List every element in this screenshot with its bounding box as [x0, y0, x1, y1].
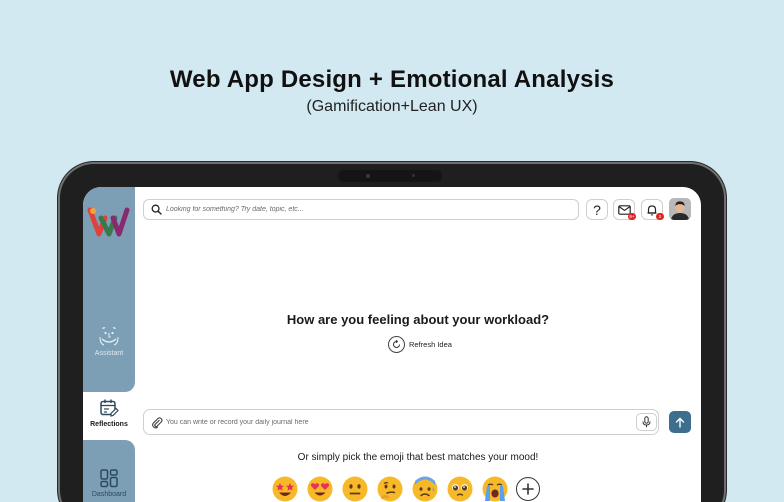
calendar-edit-icon	[100, 399, 119, 417]
app-screen: Assistant Reflections Dashboard Looking …	[83, 187, 701, 502]
star-struck-emoji[interactable]	[271, 475, 299, 502]
refresh-icon-wrap	[388, 336, 405, 353]
microphone-icon	[642, 416, 651, 428]
dashboard-grid-icon	[100, 469, 118, 488]
assistant-face-icon	[99, 327, 119, 346]
sidebar-item-assistant[interactable]: Assistant	[83, 325, 135, 357]
mood-question: How are you feeling about your workload?	[286, 312, 550, 327]
journal-bar	[143, 409, 659, 435]
avatar[interactable]	[669, 198, 691, 220]
crying-face-emoji[interactable]	[481, 475, 509, 502]
sad-sweat-emoji[interactable]	[411, 475, 439, 502]
refresh-idea-button[interactable]: Refresh Idea	[388, 336, 452, 353]
hero-title: Web App Design + Emotional Analysis	[169, 66, 615, 93]
arrow-up-icon	[675, 417, 685, 428]
notifications-button[interactable]: 2	[641, 199, 664, 220]
sidebar-item-label: Dashboard	[91, 491, 127, 498]
add-emoji-button[interactable]	[516, 477, 540, 501]
refresh-idea-label: Refresh Idea	[409, 340, 452, 349]
search-input[interactable]	[166, 200, 566, 219]
attachment-icon[interactable]	[151, 416, 163, 429]
sidebar: Assistant Reflections Dashboard	[83, 187, 135, 502]
help-label: ?	[593, 201, 601, 218]
journal-input[interactable]	[166, 410, 626, 434]
notification-badge: 2	[656, 213, 664, 220]
sidebar-item-dashboard[interactable]: Dashboard	[83, 468, 135, 498]
pleading-face-emoji[interactable]	[446, 475, 474, 502]
messages-button[interactable]: 9+	[613, 199, 636, 220]
thinking-face-emoji[interactable]	[376, 475, 404, 502]
search-icon	[151, 204, 162, 215]
sidebar-item-label: Assistant	[94, 350, 124, 357]
search-bar	[143, 199, 579, 220]
refresh-icon	[393, 340, 400, 348]
camera-sensor	[412, 174, 415, 177]
neutral-face-emoji[interactable]	[341, 475, 369, 502]
user-avatar-image	[669, 198, 691, 220]
app-logo[interactable]	[87, 204, 131, 238]
emoji-picker	[271, 475, 540, 502]
tablet-camera	[338, 170, 442, 182]
camera-lens	[366, 174, 370, 178]
send-button[interactable]	[669, 411, 691, 433]
heart-eyes-emoji[interactable]	[306, 475, 334, 502]
record-voice-button[interactable]	[636, 413, 657, 431]
sidebar-item-reflections[interactable]: Reflections	[83, 398, 135, 428]
emoji-prompt: Or simply pick the emoji that best match…	[297, 452, 539, 463]
sidebar-item-label: Reflections	[90, 421, 128, 428]
help-button[interactable]: ?	[586, 199, 608, 220]
mail-badge: 9+	[628, 213, 636, 220]
hero-subtitle: (Gamification+Lean UX)	[306, 98, 478, 115]
plus-icon	[522, 483, 534, 495]
